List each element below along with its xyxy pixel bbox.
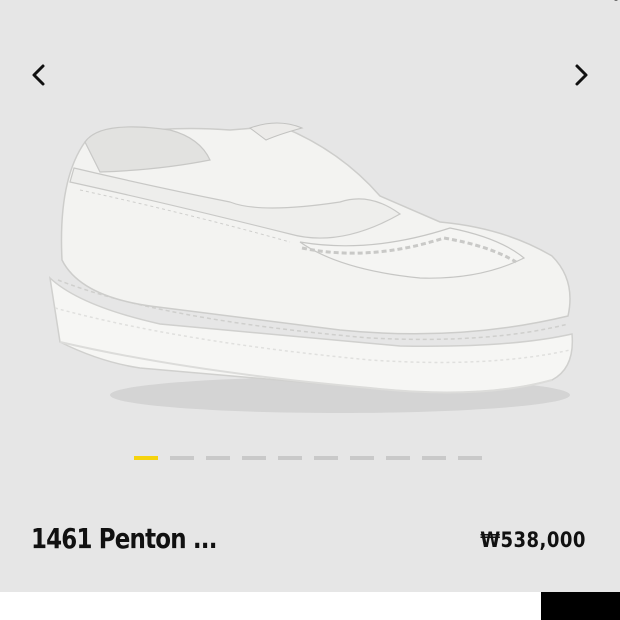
product-price: ₩538,000	[480, 528, 586, 552]
product-title[interactable]: 1461 Penton ...	[31, 522, 217, 555]
menu-dot	[614, 0, 618, 1]
carousel-dot[interactable]	[134, 456, 158, 460]
carousel-dot[interactable]	[278, 456, 302, 460]
carousel-indicators	[134, 456, 482, 460]
carousel-dot[interactable]	[242, 456, 266, 460]
chevron-left-icon	[32, 64, 45, 86]
previous-slide-button[interactable]	[24, 60, 54, 90]
product-image	[48, 122, 574, 413]
carousel-dot[interactable]	[386, 456, 410, 460]
product-card[interactable]: 1461 Penton ... ₩538,000	[0, 0, 620, 592]
carousel-dot[interactable]	[170, 456, 194, 460]
carousel-dot[interactable]	[314, 456, 338, 460]
carousel-dot[interactable]	[458, 456, 482, 460]
carousel-dot[interactable]	[350, 456, 374, 460]
chevron-right-icon	[575, 64, 588, 86]
next-slide-button[interactable]	[566, 60, 596, 90]
carousel-dot[interactable]	[422, 456, 446, 460]
carousel-dot[interactable]	[206, 456, 230, 460]
black-corner-block	[541, 592, 620, 620]
